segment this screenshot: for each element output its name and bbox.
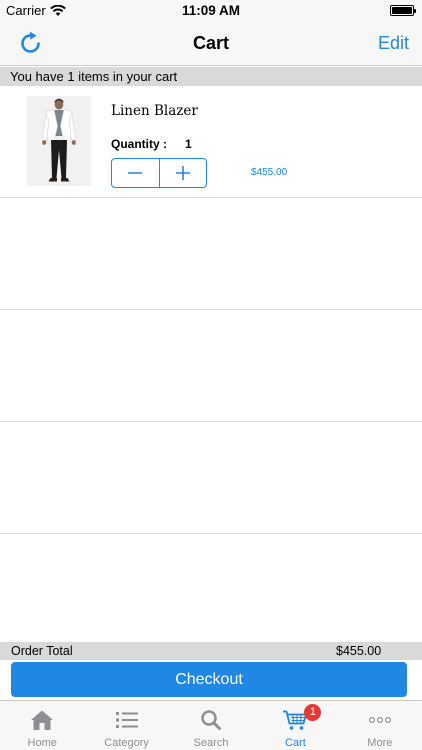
quantity-label: Quantity : [111,137,167,151]
tab-label: Search [193,737,229,749]
tab-bar: Home Category Search 1 Cart More [0,700,422,750]
tab-category[interactable]: Category [84,701,168,750]
order-total-bar: Order Total $455.00 [0,642,422,660]
empty-row [0,422,422,534]
cart-summary-text: You have 1 items in your cart [0,67,422,86]
more-icon [368,717,391,724]
empty-row [0,310,422,422]
navigation-bar: Cart Edit [0,22,422,66]
tab-label: Home [27,737,57,749]
product-name[interactable]: Linen Blazer [111,103,198,119]
cart-badge: 1 [304,704,322,721]
edit-button[interactable]: Edit [378,33,409,54]
status-bar: Carrier 11:09 AM [0,0,422,22]
quantity-value: 1 [185,137,192,151]
tab-label: Category [104,737,149,749]
tab-label: More [367,737,393,749]
battery-icon [390,5,416,16]
tab-cart[interactable]: 1 Cart [253,701,337,750]
list-icon [115,712,138,728]
home-icon [31,710,54,730]
decrement-button[interactable] [112,159,159,187]
status-right [390,5,416,16]
tab-more[interactable]: More [338,701,422,750]
plus-icon [175,166,190,180]
minus-icon [128,172,143,174]
tab-home[interactable]: Home [0,701,84,750]
product-image[interactable] [27,96,91,186]
checkout-button[interactable]: Checkout [11,662,407,697]
order-total-value: $455.00 [336,644,382,658]
tab-label: Cart [285,737,306,749]
status-time: 11:09 AM [181,3,241,18]
increment-button[interactable] [158,159,207,187]
item-price: $455.00 [251,167,288,178]
page-title: Cart [192,33,229,53]
tab-search[interactable]: Search [169,701,253,750]
cart-item-row: Linen Blazer Quantity : 1 $455.00 [0,86,422,198]
quantity-stepper [111,158,207,188]
order-total-label: Order Total [11,644,73,658]
empty-row [0,198,422,310]
search-icon [201,710,222,730]
